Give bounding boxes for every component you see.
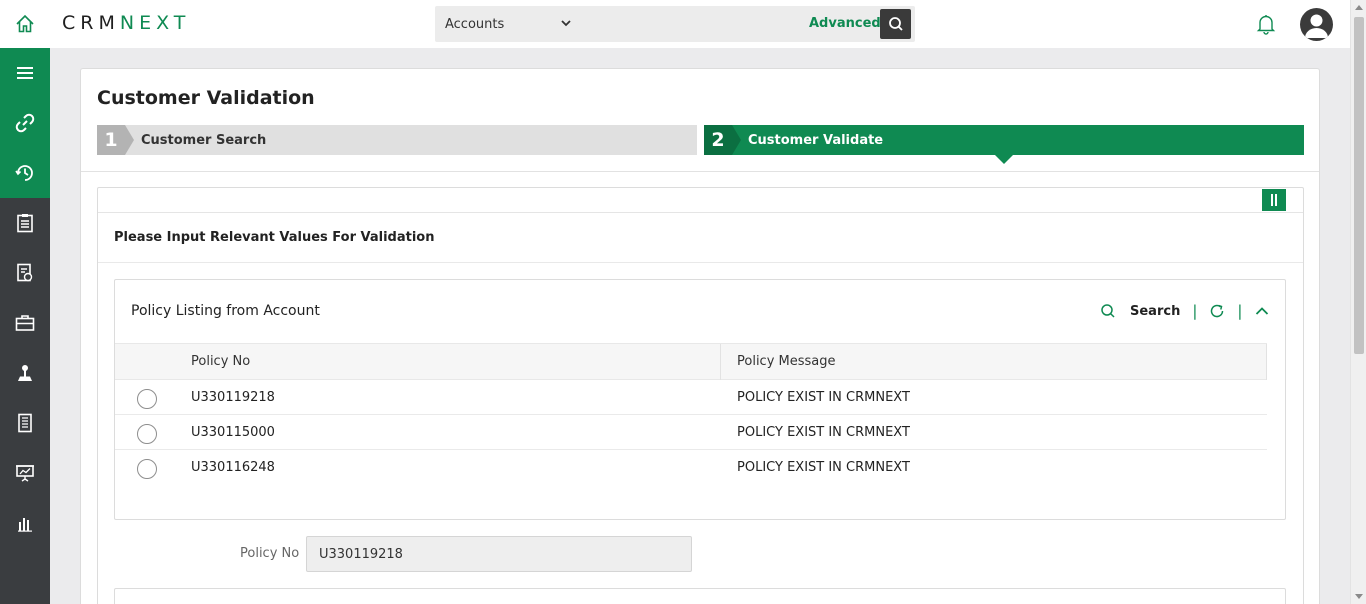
- table-row[interactable]: U330115000 POLICY EXIST IN CRMNEXT: [115, 415, 1267, 450]
- sidebar-item-links[interactable]: [0, 98, 50, 148]
- sidebar-item-recent[interactable]: [0, 148, 50, 198]
- joystick-icon: [18, 365, 32, 381]
- policy-no-field[interactable]: [306, 536, 692, 572]
- sidebar: [0, 48, 50, 604]
- scroll-up-arrow[interactable]: [1355, 5, 1363, 10]
- sidebar-item-tasks[interactable]: [0, 198, 50, 248]
- scrollbar-thumb[interactable]: [1354, 17, 1364, 354]
- logo-prefix: CRM: [62, 12, 120, 34]
- policy-no-cell: U330115000: [191, 425, 275, 440]
- policy-no-label: Policy No: [240, 546, 300, 561]
- policy-message-cell: POLICY EXIST IN CRMNEXT: [737, 460, 910, 475]
- panel-title: Policy Listing from Account: [131, 303, 320, 319]
- menu-icon: [17, 67, 33, 79]
- scroll-down-arrow[interactable]: [1355, 594, 1363, 599]
- refresh-icon[interactable]: [1209, 303, 1225, 319]
- notifications-button[interactable]: [1256, 13, 1276, 39]
- user-avatar[interactable]: [1300, 8, 1333, 41]
- active-step-pointer: [995, 155, 1013, 164]
- module-select[interactable]: Accounts: [435, 6, 581, 42]
- next-panel: [114, 588, 1286, 604]
- chevron-up-icon[interactable]: [1254, 303, 1270, 319]
- search-input[interactable]: [583, 6, 813, 42]
- briefcase-icon: [15, 315, 35, 331]
- step-customer-validate[interactable]: 2 Customer Validate: [704, 125, 1304, 155]
- divider: [81, 171, 1319, 172]
- section-instruction: Please Input Relevant Values For Validat…: [114, 230, 435, 245]
- top-bar: CRMNEXT Accounts Advanced: [0, 0, 1350, 48]
- policy-message-cell: POLICY EXIST IN CRMNEXT: [737, 390, 910, 405]
- pause-icon: [1271, 194, 1277, 206]
- step-label: Customer Validate: [748, 132, 884, 148]
- table-row[interactable]: U330119218 POLICY EXIST IN CRMNEXT: [115, 380, 1267, 415]
- sidebar-item-accounts[interactable]: [0, 298, 50, 348]
- table-header: Policy No Policy Message: [115, 343, 1267, 380]
- bell-icon: [1256, 15, 1276, 35]
- global-search: Accounts Advanced: [435, 6, 915, 42]
- row-radio[interactable]: [137, 389, 157, 409]
- step-number: 2: [704, 125, 741, 155]
- link-icon: [15, 113, 35, 133]
- step-number: 1: [97, 125, 134, 155]
- home-icon: [16, 14, 34, 33]
- separator: |: [1192, 302, 1198, 320]
- app-logo[interactable]: CRMNEXT: [62, 12, 190, 34]
- section-toolbar: [98, 188, 1303, 213]
- module-select-value: Accounts: [445, 16, 505, 32]
- policy-message-cell: POLICY EXIST IN CRMNEXT: [737, 425, 910, 440]
- validation-section: Please Input Relevant Values For Validat…: [97, 187, 1304, 604]
- logo-suffix: NEXT: [119, 12, 191, 34]
- pause-button[interactable]: [1262, 189, 1286, 211]
- panel-tools: Search | |: [1100, 302, 1270, 320]
- sidebar-item-presentations[interactable]: [0, 448, 50, 498]
- column-divider: [720, 344, 721, 380]
- clock-icon: [15, 165, 33, 181]
- home-button[interactable]: [0, 0, 50, 48]
- page-title: Customer Validation: [97, 87, 315, 109]
- column-divider: [1266, 344, 1267, 380]
- separator: |: [1237, 302, 1243, 320]
- step-label: Customer Search: [141, 132, 267, 148]
- page-scrollbar[interactable]: [1350, 0, 1366, 604]
- report-icon: [17, 263, 33, 282]
- sidebar-item-games[interactable]: [0, 348, 50, 398]
- policy-no-cell: U330116248: [191, 460, 275, 475]
- row-radio[interactable]: [137, 459, 157, 479]
- column-header-policy-no[interactable]: Policy No: [191, 354, 250, 369]
- advanced-search-link[interactable]: Advanced: [809, 16, 881, 31]
- sidebar-item-menu[interactable]: [0, 48, 50, 98]
- sidebar-item-ledger[interactable]: [0, 398, 50, 448]
- sidebar-item-analytics[interactable]: [0, 498, 50, 548]
- presentation-icon: [16, 465, 34, 482]
- row-radio[interactable]: [137, 424, 157, 444]
- column-header-policy-message[interactable]: Policy Message: [737, 354, 836, 369]
- bar-chart-icon: [18, 518, 32, 532]
- step-customer-search[interactable]: 1 Customer Search: [97, 125, 697, 155]
- clipboard-icon: [17, 214, 33, 233]
- sidebar-item-reports[interactable]: [0, 248, 50, 298]
- search-button[interactable]: [880, 9, 911, 39]
- ledger-icon: [18, 413, 32, 433]
- search-icon: [888, 17, 903, 31]
- policy-no-cell: U330119218: [191, 390, 275, 405]
- panel-search-button[interactable]: Search: [1130, 304, 1180, 319]
- chevron-down-icon: [561, 20, 571, 27]
- table-row[interactable]: U330116248 POLICY EXIST IN CRMNEXT: [115, 450, 1267, 485]
- user-icon: [1305, 14, 1328, 38]
- divider: [98, 262, 1303, 263]
- search-icon[interactable]: [1100, 303, 1116, 319]
- policy-listing-panel: Policy Listing from Account Search | | P…: [114, 279, 1286, 520]
- main-card: Customer Validation 1 Customer Search 2 …: [80, 68, 1320, 604]
